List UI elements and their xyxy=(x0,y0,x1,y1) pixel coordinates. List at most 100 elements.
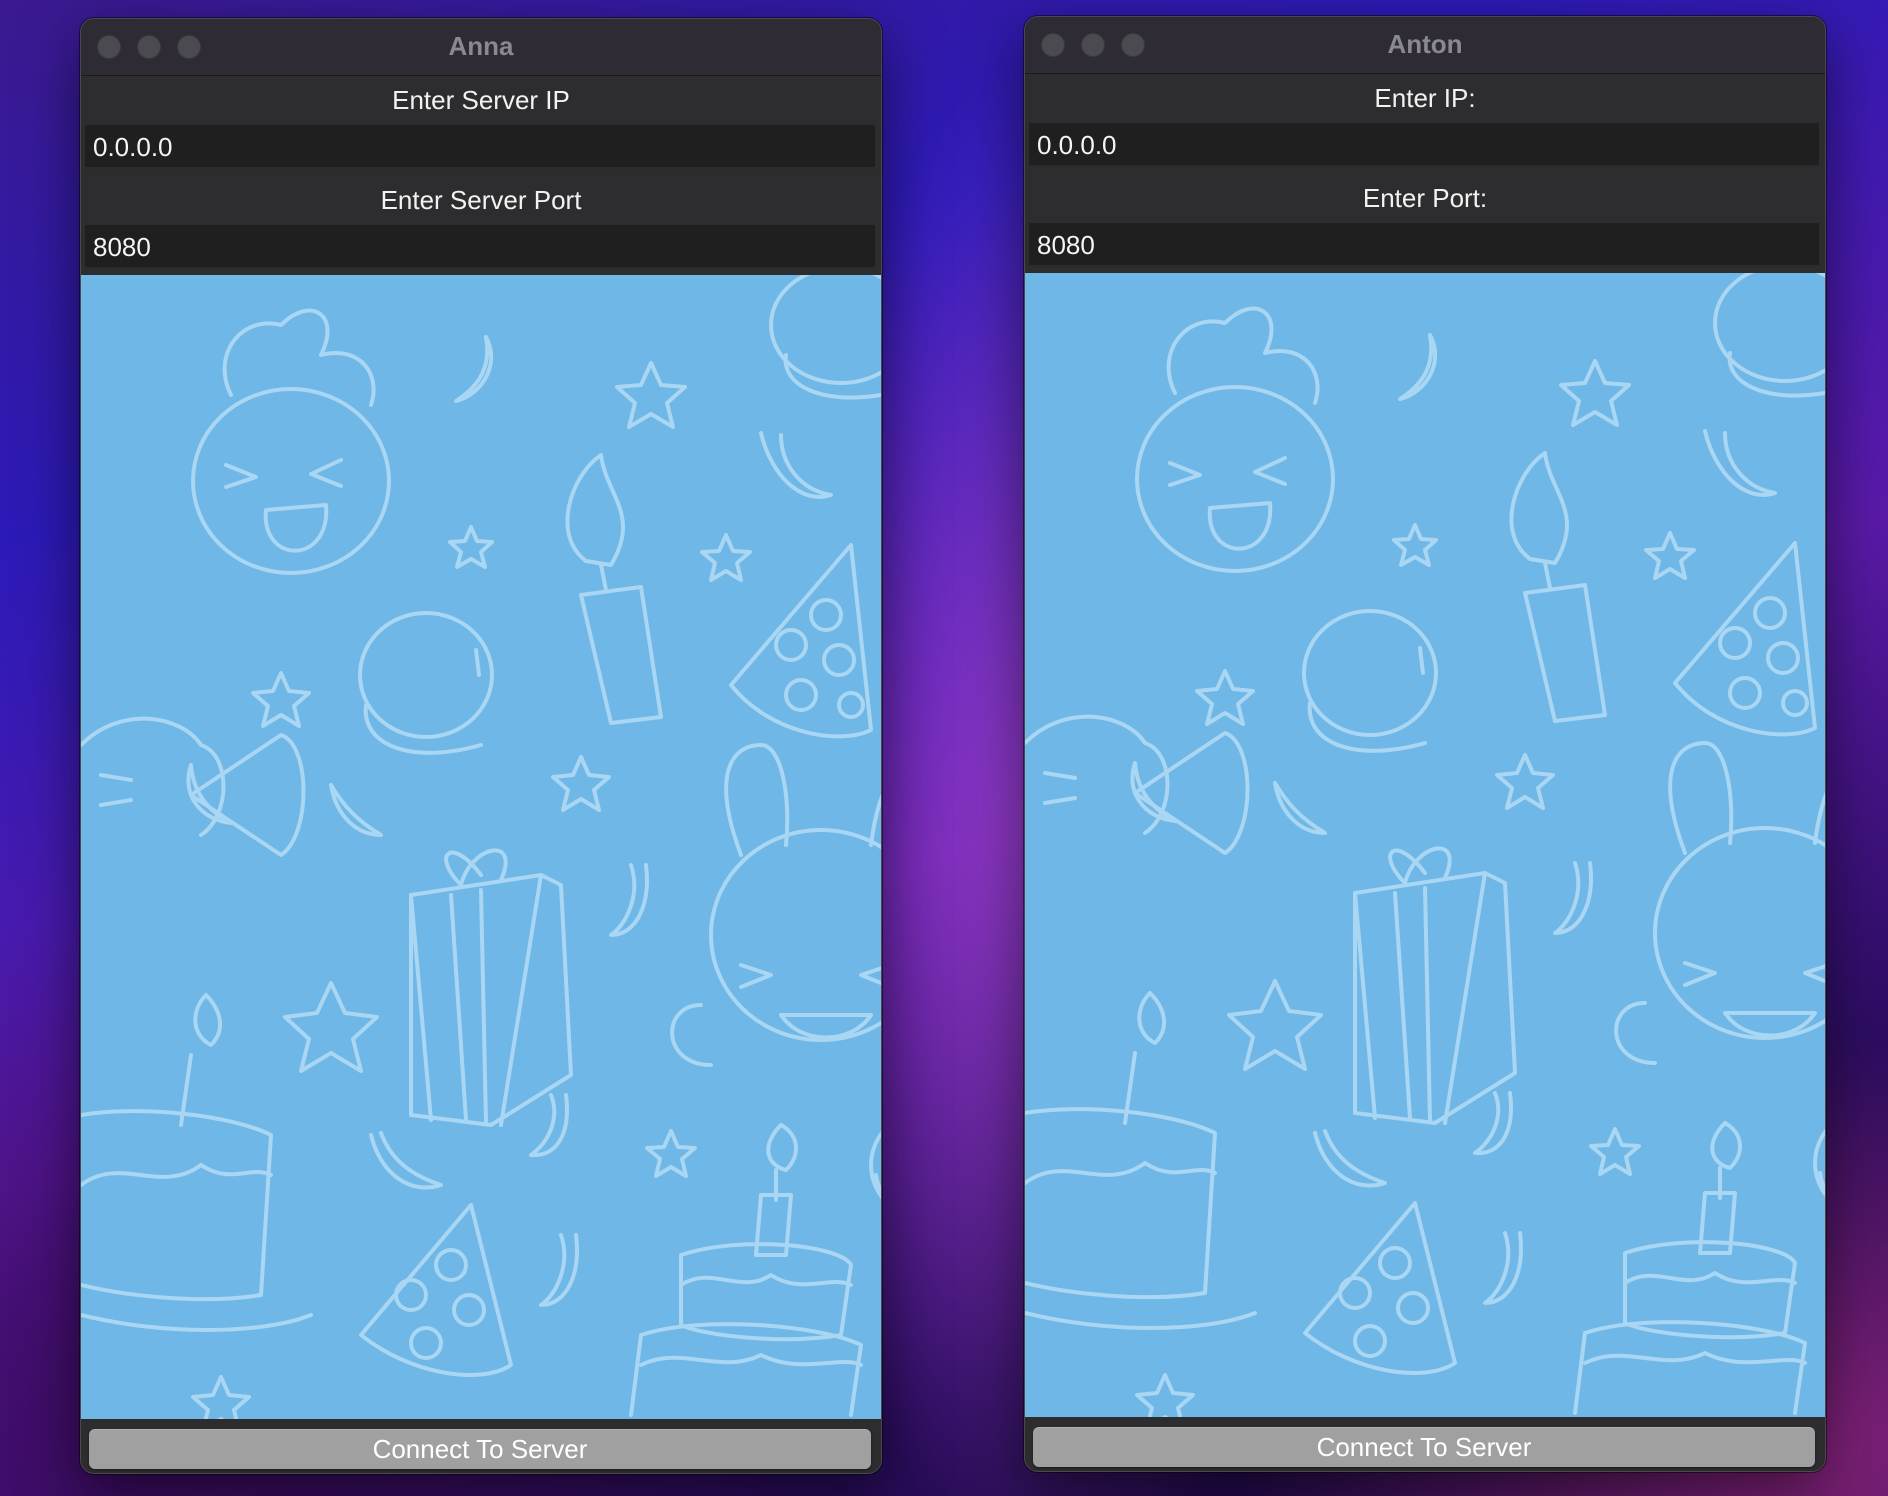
doodle-shape xyxy=(1718,626,1752,660)
doodle-shape xyxy=(1653,826,1825,1040)
doodle-shape xyxy=(1703,429,1777,497)
doodle-shape xyxy=(599,563,608,592)
doodle-shape xyxy=(1483,1231,1523,1305)
chat-background xyxy=(1025,273,1825,1417)
doodle-shape xyxy=(1307,701,1427,753)
doodle-shape xyxy=(1614,1001,1657,1065)
doodle-shape xyxy=(1710,1121,1742,1170)
party-doodle-pattern xyxy=(1025,273,1825,1417)
crying-face-doodle xyxy=(1135,306,1335,573)
doodle-shape xyxy=(565,453,625,567)
doodle-shape xyxy=(1583,1351,1807,1365)
server-port-input[interactable]: 8080 xyxy=(85,225,875,269)
doodle-shape xyxy=(1393,891,1412,1120)
doodle-shape xyxy=(1043,771,1077,780)
doodle-shape xyxy=(774,628,808,662)
gift-box-doodle xyxy=(409,848,573,1127)
doodle-shape xyxy=(329,783,383,837)
doodle-shape xyxy=(449,893,468,1122)
balloon-doodle xyxy=(769,275,881,400)
doodle-shape xyxy=(1227,979,1323,1071)
doodle-shape xyxy=(639,1353,863,1367)
server-ip-label: Enter Server IP xyxy=(392,85,570,115)
doodle-shape xyxy=(1135,1373,1195,1417)
doodle-shape xyxy=(1392,523,1438,567)
doodle-shape xyxy=(1353,1324,1387,1358)
doodle-shape xyxy=(529,1093,569,1158)
doodle-shape xyxy=(784,678,818,712)
party-hat-doodle xyxy=(359,1203,513,1377)
bottom-bar: Connect To Server xyxy=(1025,1417,1825,1471)
doodle-shape xyxy=(1418,646,1425,675)
doodle-shape xyxy=(452,1293,486,1327)
doodle-shape xyxy=(700,533,752,582)
port-input[interactable]: 8080 xyxy=(1029,223,1819,267)
doodle-shape xyxy=(263,503,329,553)
doodle-shape xyxy=(1043,796,1077,805)
doodle-shape xyxy=(1727,351,1825,398)
crescent-doodle xyxy=(1398,333,1438,401)
party-hat-doodle xyxy=(729,543,873,739)
doodle-shape xyxy=(1133,731,1250,855)
doodle-shape xyxy=(81,1313,313,1332)
cake-doodle xyxy=(1025,991,1257,1330)
doodle-group xyxy=(1025,273,1825,1417)
doodle-shape xyxy=(729,543,873,739)
doodle-shape xyxy=(629,1333,643,1417)
doodle-shape xyxy=(1313,1129,1387,1188)
doodle-shape xyxy=(81,1163,273,1187)
connect-button[interactable]: Connect To Server xyxy=(89,1429,871,1469)
party-hat-doodle xyxy=(1673,541,1817,737)
doodle-shape xyxy=(1473,1091,1513,1156)
cat-megaphone-doodle xyxy=(81,716,306,857)
candle-doodle xyxy=(565,453,663,725)
doodle-shape xyxy=(409,873,573,1127)
title-bar[interactable]: Anna xyxy=(81,19,881,76)
bottom-bar: Connect To Server xyxy=(81,1419,881,1473)
server-port-label: Enter Server Port xyxy=(380,185,582,215)
doodle-shape xyxy=(1766,641,1800,675)
ip-label: Enter IP: xyxy=(1374,83,1476,113)
doodle-shape xyxy=(1207,501,1273,551)
doodle-shape xyxy=(409,893,433,1122)
doodle-shape xyxy=(1025,1107,1217,1300)
doodle-shape xyxy=(1302,609,1438,737)
balloon-doodle xyxy=(1813,1128,1825,1198)
doodle-shape xyxy=(81,1109,273,1302)
doodle-shape xyxy=(679,1273,853,1287)
connect-button[interactable]: Connect To Server xyxy=(1033,1427,1815,1467)
doodle-shape xyxy=(499,873,543,1127)
doodle-shape xyxy=(822,643,856,677)
doodle-shape xyxy=(579,585,663,725)
bunny-girl-doodle xyxy=(670,743,881,1067)
doodle-shape xyxy=(869,1130,881,1200)
doodle-shape xyxy=(99,773,133,782)
doodle-shape xyxy=(1589,1127,1641,1176)
doodle-shape xyxy=(609,863,649,937)
doodle-shape xyxy=(1423,886,1432,1123)
doodle-shape xyxy=(1353,871,1517,1125)
title-bar[interactable]: Anton xyxy=(1025,17,1825,74)
doodle-shape xyxy=(309,458,343,488)
doodle-shape xyxy=(670,1003,713,1067)
server-ip-input[interactable]: 0.0.0.0 xyxy=(85,125,875,169)
doodle-shape xyxy=(739,963,773,989)
doodle-shape xyxy=(1781,689,1809,717)
doodle-shape xyxy=(1303,1201,1457,1375)
doodle-shape xyxy=(1253,456,1287,486)
star-doodle xyxy=(615,361,687,429)
ip-input[interactable]: 0.0.0.0 xyxy=(1029,123,1819,167)
doodle-shape xyxy=(1025,1161,1217,1185)
doodle-shape xyxy=(99,798,133,807)
doodle-shape xyxy=(551,755,611,812)
doodle-shape xyxy=(363,703,483,755)
doodle-shape xyxy=(1813,1128,1825,1198)
doodle-shape xyxy=(434,1248,468,1282)
doodle-shape xyxy=(283,981,379,1073)
doodle-shape xyxy=(193,993,222,1047)
doodle-shape xyxy=(1523,583,1607,723)
cat-megaphone-doodle xyxy=(1025,714,1250,855)
doodle-shape xyxy=(1509,451,1569,565)
doodle-shape xyxy=(809,598,843,632)
doodle-shape xyxy=(1683,961,1717,987)
